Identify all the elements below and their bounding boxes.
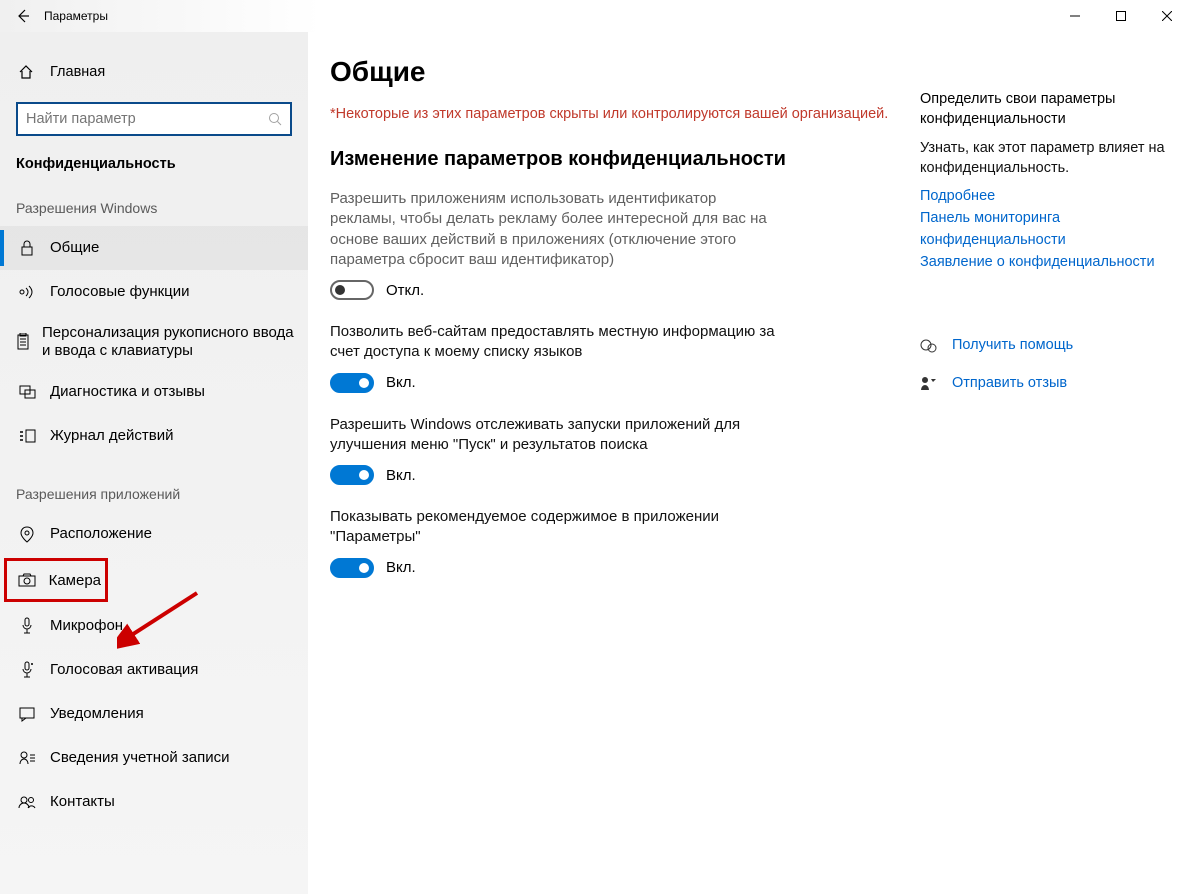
nav-label: Контакты xyxy=(50,793,115,811)
nav-label: Голосовые функции xyxy=(50,283,190,301)
feedback-icon xyxy=(920,376,938,392)
nav-label: Расположение xyxy=(50,525,152,543)
group-apps: Разрешения приложений xyxy=(0,486,308,502)
link-dashboard[interactable]: Панель мониторинга конфиденциальности xyxy=(920,208,1170,252)
group-windows: Разрешения Windows xyxy=(0,200,308,216)
setting-desc: Разрешить приложениям использовать идент… xyxy=(330,189,780,270)
arrow-left-icon xyxy=(15,8,31,24)
setting-language-list: Позволить веб-сайтам предоставлять местн… xyxy=(330,322,780,393)
setting-app-launches: Разрешить Windows отслеживать запуски пр… xyxy=(330,415,780,486)
sidebar: Главная Конфиденциальность Разрешения Wi… xyxy=(0,32,308,894)
setting-desc: Разрешить Windows отслеживать запуски пр… xyxy=(330,415,780,456)
sidebar-section: Конфиденциальность xyxy=(0,156,308,172)
sidebar-item-camera[interactable]: Камера xyxy=(4,558,108,602)
page-title: Общие xyxy=(330,56,890,88)
sidebar-item-general[interactable]: Общие xyxy=(0,226,308,270)
side-heading: Определить свои параметры конфиденциальн… xyxy=(920,90,1170,129)
toggle-language[interactable] xyxy=(330,373,374,393)
org-warning: *Некоторые из этих параметров скрыты или… xyxy=(330,106,890,122)
sidebar-item-activity[interactable]: Журнал действий xyxy=(0,414,308,458)
toggle-launches[interactable] xyxy=(330,465,374,485)
sidebar-item-contacts[interactable]: Контакты xyxy=(0,780,308,824)
window-controls xyxy=(1052,0,1190,32)
link-statement[interactable]: Заявление о конфиденциальности xyxy=(920,252,1170,274)
lock-icon xyxy=(16,240,38,256)
setting-advertising-id: Разрешить приложениям использовать идент… xyxy=(330,189,780,300)
sidebar-item-microphone[interactable]: Микрофон xyxy=(0,604,308,648)
nav-label: Голосовая активация xyxy=(50,661,198,679)
nav-label: Сведения учетной записи xyxy=(50,749,230,767)
back-button[interactable] xyxy=(8,1,38,31)
account-icon xyxy=(16,751,38,765)
nav-label: Уведомления xyxy=(50,705,144,723)
toggle-state: Откл. xyxy=(386,282,424,299)
toggle-suggested[interactable] xyxy=(330,558,374,578)
notification-icon xyxy=(16,707,38,722)
home-label: Главная xyxy=(50,64,105,80)
voice-icon xyxy=(16,661,38,679)
setting-desc: Позволить веб-сайтам предоставлять местн… xyxy=(330,322,780,363)
speech-icon xyxy=(16,285,38,299)
sidebar-item-inking[interactable]: Персонализация рукописного ввода и ввода… xyxy=(0,314,308,370)
sidebar-home[interactable]: Главная xyxy=(16,52,292,92)
feedback-icon xyxy=(16,385,38,399)
search-icon xyxy=(268,112,282,126)
side-paragraph: Узнать, как этот параметр влияет на конф… xyxy=(920,139,1170,178)
search-box[interactable] xyxy=(16,102,292,136)
window-title: Параметры xyxy=(44,9,108,23)
home-icon xyxy=(16,64,36,80)
contacts-icon xyxy=(16,795,38,809)
toggle-advertising[interactable] xyxy=(330,280,374,300)
sidebar-item-voice-activation[interactable]: Голосовая активация xyxy=(0,648,308,692)
titlebar: Параметры xyxy=(0,0,1190,32)
toggle-state: Вкл. xyxy=(386,374,416,391)
setting-desc: Показывать рекомендуемое содержимое в пр… xyxy=(330,507,780,548)
microphone-icon xyxy=(16,617,38,635)
nav-label: Общие xyxy=(50,239,99,257)
content: Общие *Некоторые из этих параметров скры… xyxy=(308,32,1190,894)
toggle-state: Вкл. xyxy=(386,559,416,576)
sidebar-item-location[interactable]: Расположение xyxy=(0,512,308,556)
clipboard-icon xyxy=(16,333,30,351)
minimize-button[interactable] xyxy=(1052,0,1098,32)
nav-label: Журнал действий xyxy=(50,427,173,445)
setting-suggested-content: Показывать рекомендуемое содержимое в пр… xyxy=(330,507,780,578)
section-subtitle: Изменение параметров конфиденциальности xyxy=(330,148,890,171)
link-help[interactable]: Получить помощь xyxy=(952,335,1073,357)
activity-icon xyxy=(16,429,38,443)
search-input[interactable] xyxy=(18,104,290,134)
sidebar-item-diagnostics[interactable]: Диагностика и отзывы xyxy=(0,370,308,414)
close-button[interactable] xyxy=(1144,0,1190,32)
sidebar-item-notifications[interactable]: Уведомления xyxy=(0,692,308,736)
location-icon xyxy=(16,526,38,543)
toggle-state: Вкл. xyxy=(386,467,416,484)
camera-icon xyxy=(18,573,37,587)
link-feedback[interactable]: Отправить отзыв xyxy=(952,373,1067,395)
sidebar-item-account[interactable]: Сведения учетной записи xyxy=(0,736,308,780)
help-icon xyxy=(920,339,938,354)
link-more[interactable]: Подробнее xyxy=(920,186,1170,208)
nav-label: Персонализация рукописного ввода и ввода… xyxy=(42,324,294,360)
sidebar-item-speech[interactable]: Голосовые функции xyxy=(0,270,308,314)
nav-label: Диагностика и отзывы xyxy=(50,383,205,401)
maximize-button[interactable] xyxy=(1098,0,1144,32)
nav-label: Камера xyxy=(49,572,101,589)
nav-label: Микрофон xyxy=(50,617,123,635)
